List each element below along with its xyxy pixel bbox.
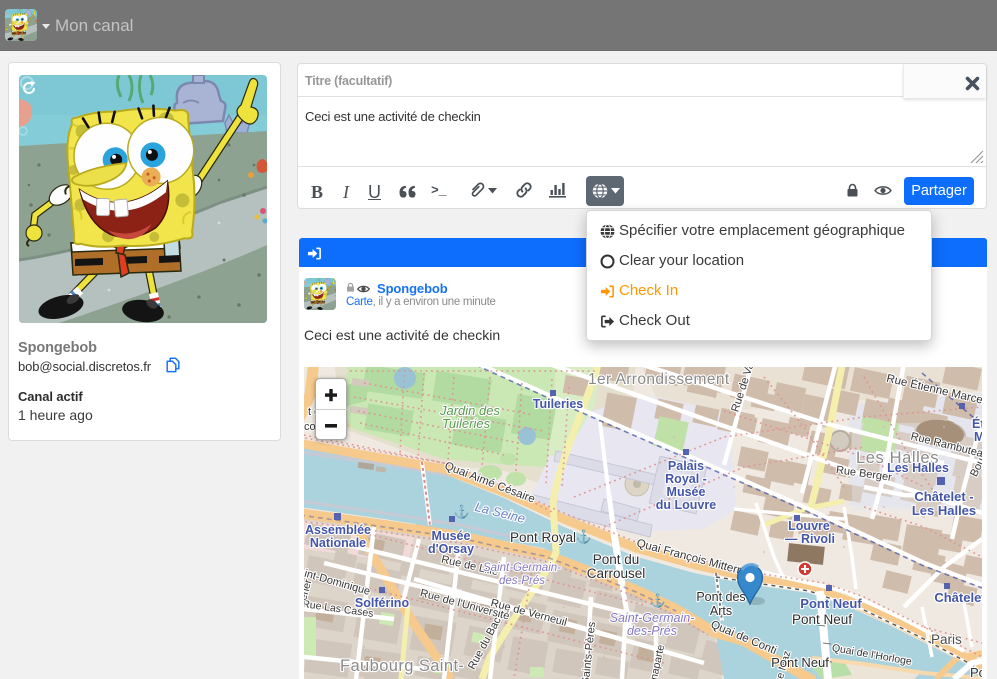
svg-text:Châtelet -: Châtelet -	[914, 489, 973, 504]
svg-text:Musée: Musée	[667, 485, 706, 499]
svg-text:Royal -: Royal -	[665, 472, 707, 486]
svg-text:Solférino: Solférino	[355, 596, 410, 610]
svg-text:Éti: Éti	[972, 416, 982, 431]
svg-text:⚓: ⚓	[576, 529, 592, 544]
svg-text:Les Halles: Les Halles	[887, 461, 949, 475]
svg-text:Pont du: Pont du	[593, 552, 640, 567]
svg-text:Saint-Germain-: Saint-Germain-	[610, 611, 695, 625]
svg-text:1er Arrondissement: 1er Arrondissement	[588, 371, 730, 388]
svg-text:Châtelet: Châtelet	[934, 590, 982, 605]
svg-text:Paris: Paris	[931, 632, 962, 647]
svg-text:Louvre: Louvre	[788, 519, 830, 533]
svg-text:Nationale: Nationale	[310, 536, 366, 550]
svg-text:Pont des: Pont des	[696, 590, 745, 604]
svg-text:Pont Neuf: Pont Neuf	[792, 612, 852, 627]
svg-text:Pont Royal: Pont Royal	[510, 530, 576, 545]
svg-text:Les Halles: Les Halles	[912, 503, 976, 518]
svg-text:M: M	[974, 430, 982, 444]
svg-text:Pont Neuf: Pont Neuf	[771, 655, 829, 670]
svg-text:Arts: Arts	[710, 604, 732, 618]
svg-text:Faubourg Saint-: Faubourg Saint-	[340, 657, 464, 675]
svg-text:Musée: Musée	[432, 529, 471, 543]
svg-text:des-Prés: des-Prés	[627, 624, 677, 638]
svg-text:⚓: ⚓	[650, 593, 666, 608]
svg-text:⚓: ⚓	[454, 504, 470, 519]
svg-text:Carrousel: Carrousel	[587, 566, 646, 581]
svg-text:Pont Neuf: Pont Neuf	[800, 596, 862, 611]
svg-text:Tuileries: Tuileries	[442, 416, 491, 431]
svg-text:Assemblée: Assemblée	[305, 523, 371, 537]
svg-text:— Rivoli: — Rivoli	[785, 532, 835, 546]
svg-text:du Louvre: du Louvre	[656, 498, 716, 512]
svg-text:co: co	[304, 421, 316, 433]
svg-text:Palais: Palais	[668, 459, 704, 473]
svg-text:d'Orsay: d'Orsay	[428, 542, 474, 556]
svg-text:Tuileries: Tuileries	[533, 397, 584, 411]
svg-text:Pont N: Pont N	[970, 665, 982, 679]
svg-text:Saint-Germain-: Saint-Germain-	[483, 562, 561, 574]
svg-text:des-Prés: des-Prés	[499, 575, 545, 587]
